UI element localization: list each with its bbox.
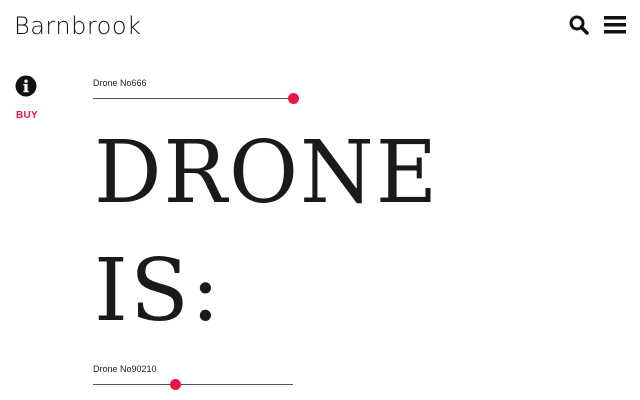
top-font-slider: Drone No666	[93, 77, 299, 104]
header-actions	[568, 14, 626, 36]
top-slider-thumb[interactable]	[288, 93, 299, 104]
bottom-slider-label: Drone No90210	[93, 364, 157, 374]
search-icon[interactable]	[568, 14, 590, 36]
brand-logo[interactable]: Barnbrook	[14, 12, 141, 40]
info-icon[interactable]	[15, 75, 37, 97]
top-slider-track[interactable]	[93, 93, 299, 104]
bottom-slider-thumb[interactable]	[170, 379, 181, 390]
bottom-font-slider: Drone No90210	[93, 363, 293, 390]
hamburger-menu-icon[interactable]	[604, 14, 626, 36]
specimen-line-1: DRONE	[94, 123, 440, 223]
bottom-slider-track[interactable]	[93, 379, 293, 390]
buy-link[interactable]: BUY	[16, 110, 38, 121]
top-slider-label: Drone No666	[93, 78, 147, 88]
specimen-line-2: IS:	[94, 241, 222, 341]
